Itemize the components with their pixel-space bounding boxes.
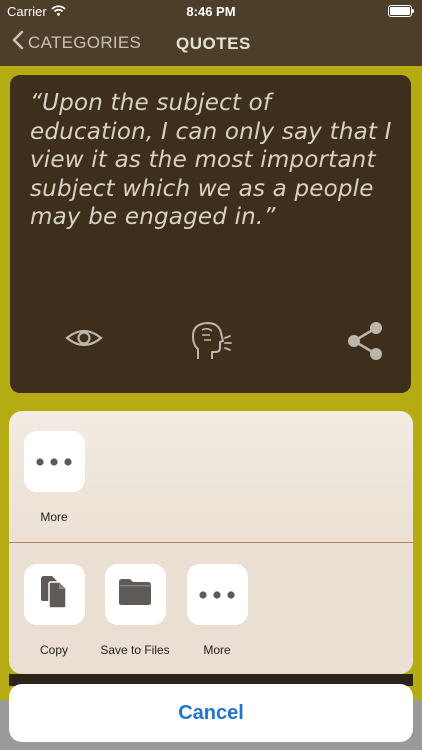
more-icon	[36, 453, 72, 471]
back-button[interactable]: CATEGORIES	[12, 30, 141, 55]
page-title: QUOTES	[176, 34, 251, 53]
battery-icon	[388, 5, 414, 17]
top-bar: Carrier 8:46 PM CATEGORIES QUOTES	[0, 0, 422, 66]
folder-tile	[104, 564, 166, 625]
share-sheet: More Copy Save to Files More	[9, 411, 413, 674]
share-icon[interactable]	[346, 321, 384, 366]
copy-tile	[23, 564, 85, 625]
more-icon	[199, 586, 235, 604]
copy-label: Copy	[39, 643, 68, 657]
quote-text: “Upon the subject of education, I can on…	[30, 90, 392, 230]
eye-icon[interactable]	[64, 321, 104, 360]
share-more-top-button[interactable]: More	[14, 431, 94, 524]
chevron-left-icon	[12, 30, 28, 55]
save-to-files-button[interactable]: Save to Files	[95, 564, 175, 657]
copy-button[interactable]: Copy	[14, 564, 94, 657]
more-tile	[186, 564, 248, 625]
save-to-files-label: Save to Files	[100, 643, 170, 657]
cancel-button[interactable]: Cancel	[9, 684, 413, 742]
speak-head-icon[interactable]	[190, 319, 234, 368]
share-more-top-label: More	[40, 510, 68, 524]
folder-icon	[118, 578, 152, 611]
status-time: 8:46 PM	[186, 4, 236, 19]
sheet-divider	[9, 542, 413, 543]
more-tile	[23, 431, 85, 492]
share-more-label: More	[203, 643, 231, 657]
status-bar: Carrier 8:46 PM	[0, 0, 422, 22]
quote-card: “Upon the subject of education, I can on…	[10, 75, 411, 393]
share-more-button[interactable]: More	[177, 564, 257, 657]
back-label: CATEGORIES	[28, 32, 142, 52]
copy-icon	[38, 575, 70, 614]
